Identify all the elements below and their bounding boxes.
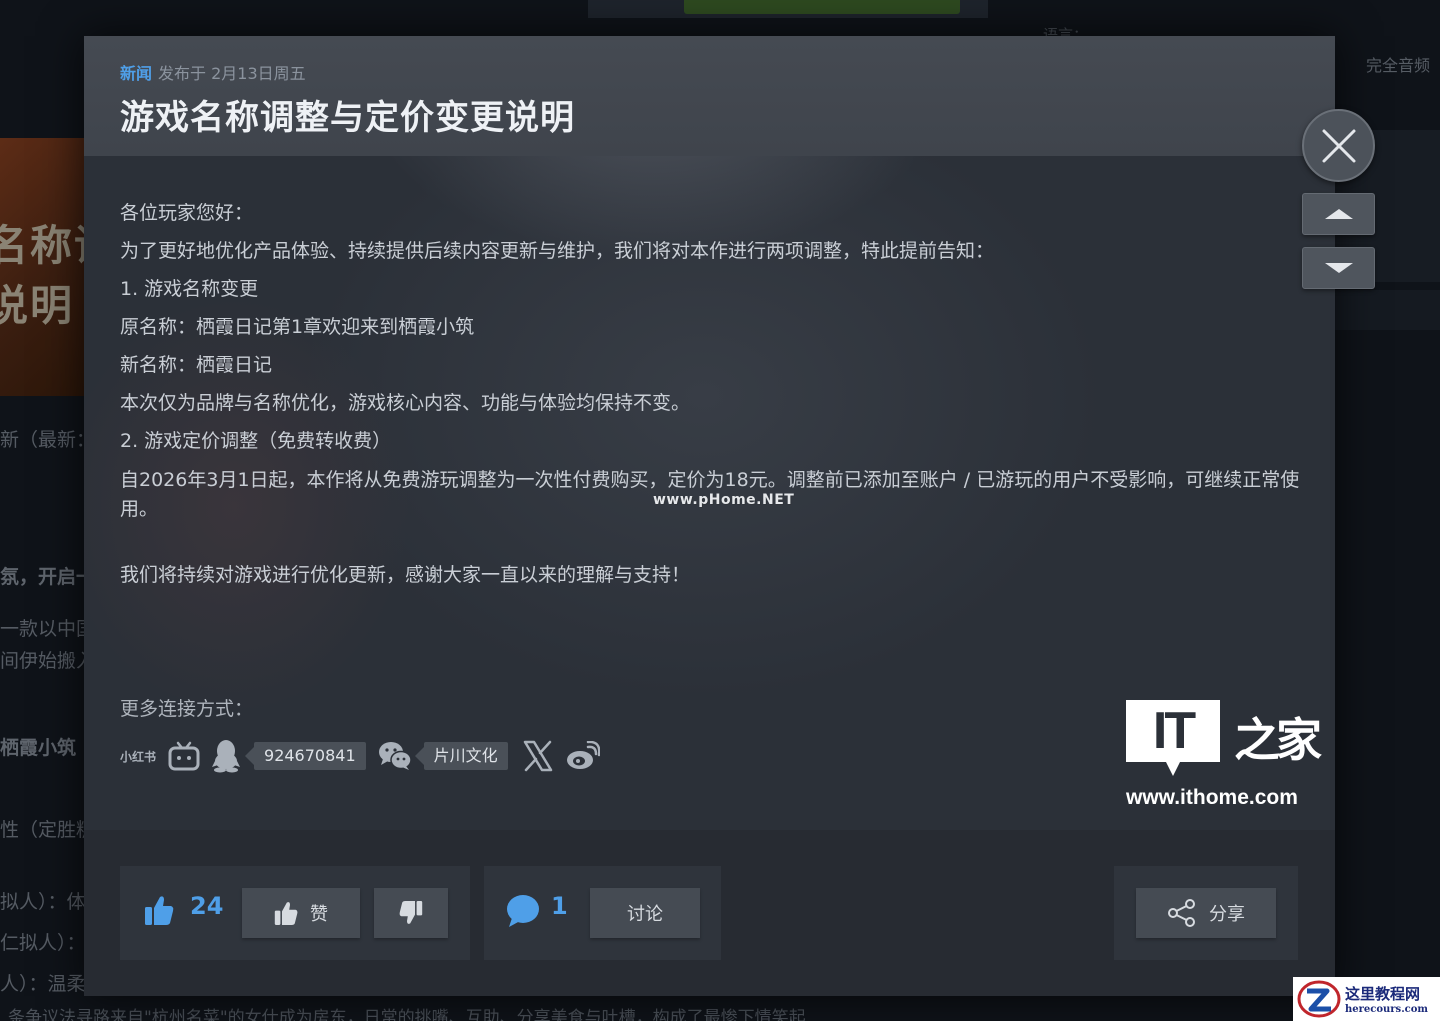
section1-note: 本次仅为品牌与名称优化，游戏核心内容、功能与体验均保持不变。 [120,392,691,414]
section2-title: 2. 游戏定价调整（免费转收费） [120,430,392,452]
herecours-name: 这里教程网 [1345,985,1421,1003]
xiaohongshu-icon[interactable]: 小红书 [120,748,156,765]
bg-side-panel [1335,290,1440,330]
qq-icon[interactable] [212,739,241,773]
wechat-name-tag[interactable]: 片川文化 [414,742,508,770]
wechat-icon[interactable] [378,741,412,771]
bg-capsule-art: 名称调 说明 [0,138,84,396]
discuss-button-label: 讨论 [627,904,663,925]
dislike-button[interactable] [374,888,448,938]
phome-watermark: www.pHome.NET [653,492,795,508]
section1-title: 1. 游戏名称变更 [120,278,259,300]
herecours-watermark: 这里教程网 herecours.com [1293,977,1440,1021]
contact-title: 更多连接方式： [120,698,254,720]
thumbs-up-icon [144,894,174,930]
discuss-button[interactable]: 讨论 [590,888,700,938]
closing-text: 我们将持续对游戏进行优化更新，感谢大家一直以来的理解与支持！ [120,564,691,586]
old-name-text: 原名称：栖霞日记第1章欢迎来到栖霞小筑 [120,316,475,338]
bg-text-line: 性（定胜糕 [0,819,84,841]
contact-links: 小红书 924670841 片川文化 [120,736,600,776]
intro-text: 为了更好地优化产品体验、持续提供后续内容更新与维护，我们将对本作进行两项调整，特… [120,240,995,262]
x-twitter-icon[interactable] [522,740,554,772]
likes-count: 24 [190,892,224,920]
bg-text-line: 一款以中国 [0,618,84,640]
close-button[interactable] [1302,109,1375,182]
comments-count: 1 [551,892,568,920]
rating-group: 24 赞 [120,866,470,960]
like-button-label: 赞 [310,904,328,925]
bg-text-line: 仁拟人）： [0,932,84,954]
modal-footer: 24 赞 1 讨论 分享 [84,830,1335,996]
bg-top-banner [588,0,988,18]
share-group: 分享 [1114,866,1298,960]
bg-text-line: 人）：温柔 [0,973,84,995]
qq-number-tag[interactable]: 924670841 [245,742,366,770]
bg-audio-label: 完全音频 [1366,56,1431,75]
bg-bottom-text: 条争议法寻路来自"杭州名菜"的女仕成为房东，日常的挑嘴、互助、分享美食与吐槽，构… [8,1008,806,1021]
share-icon [1168,899,1195,927]
share-button-label: 分享 [1209,904,1245,925]
arrow-down-icon [1324,263,1353,273]
discussion-group: 1 讨论 [484,866,721,960]
ithome-url: www.ithome.com [1126,786,1298,809]
arrow-up-icon [1324,209,1353,219]
bg-text-line: 栖霞小筑 [0,737,77,759]
previous-post-button[interactable] [1302,193,1375,235]
news-modal: 新闻 发布于 2月13日周五 游戏名称调整与定价变更说明 各位玩家您好： 为了更好… [84,36,1335,996]
ithome-logo: IT [1126,700,1220,776]
like-button[interactable]: 赞 [242,888,360,938]
thumbs-down-icon [399,901,423,924]
new-name-text: 新名称：栖霞日记 [120,354,273,376]
modal-header: 新闻 发布于 2月13日周五 游戏名称调整与定价变更说明 [84,36,1335,156]
publish-date: 发布于 2月13日周五 [158,64,306,83]
bg-text-line: 间伊始搬入 [0,650,84,672]
post-meta: 新闻 发布于 2月13日周五 [120,60,1299,84]
bg-art-text: 名称调 [0,221,84,270]
bg-text-line: 氛，开启一 [0,566,84,588]
weibo-icon[interactable] [566,741,600,771]
share-button[interactable]: 分享 [1136,888,1276,938]
bg-text-line: 拟人）：体 [0,891,84,913]
close-icon [1322,129,1355,162]
thumbs-up-icon [274,902,298,925]
ithome-logo-cn: 之家 [1234,713,1322,767]
comment-bubble-icon [506,894,540,932]
bg-art-text: 说明 [0,281,75,330]
greeting-text: 各位玩家您好： [120,202,254,224]
herecours-url: herecours.com [1345,1004,1429,1015]
bilibili-icon[interactable] [168,741,200,771]
next-post-button[interactable] [1302,247,1375,289]
herecours-logo-icon [1297,980,1341,1018]
post-title: 游戏名称调整与定价变更说明 [120,98,575,138]
ithome-watermark: IT 之家 www.ithome.com [1126,700,1322,812]
post-body: 各位玩家您好： 为了更好地优化产品体验、持续提供后续内容更新与维护，我们将对本作… [84,156,1335,588]
bg-text-line: 新（最新： [0,429,84,451]
news-tag[interactable]: 新闻 [120,64,152,83]
